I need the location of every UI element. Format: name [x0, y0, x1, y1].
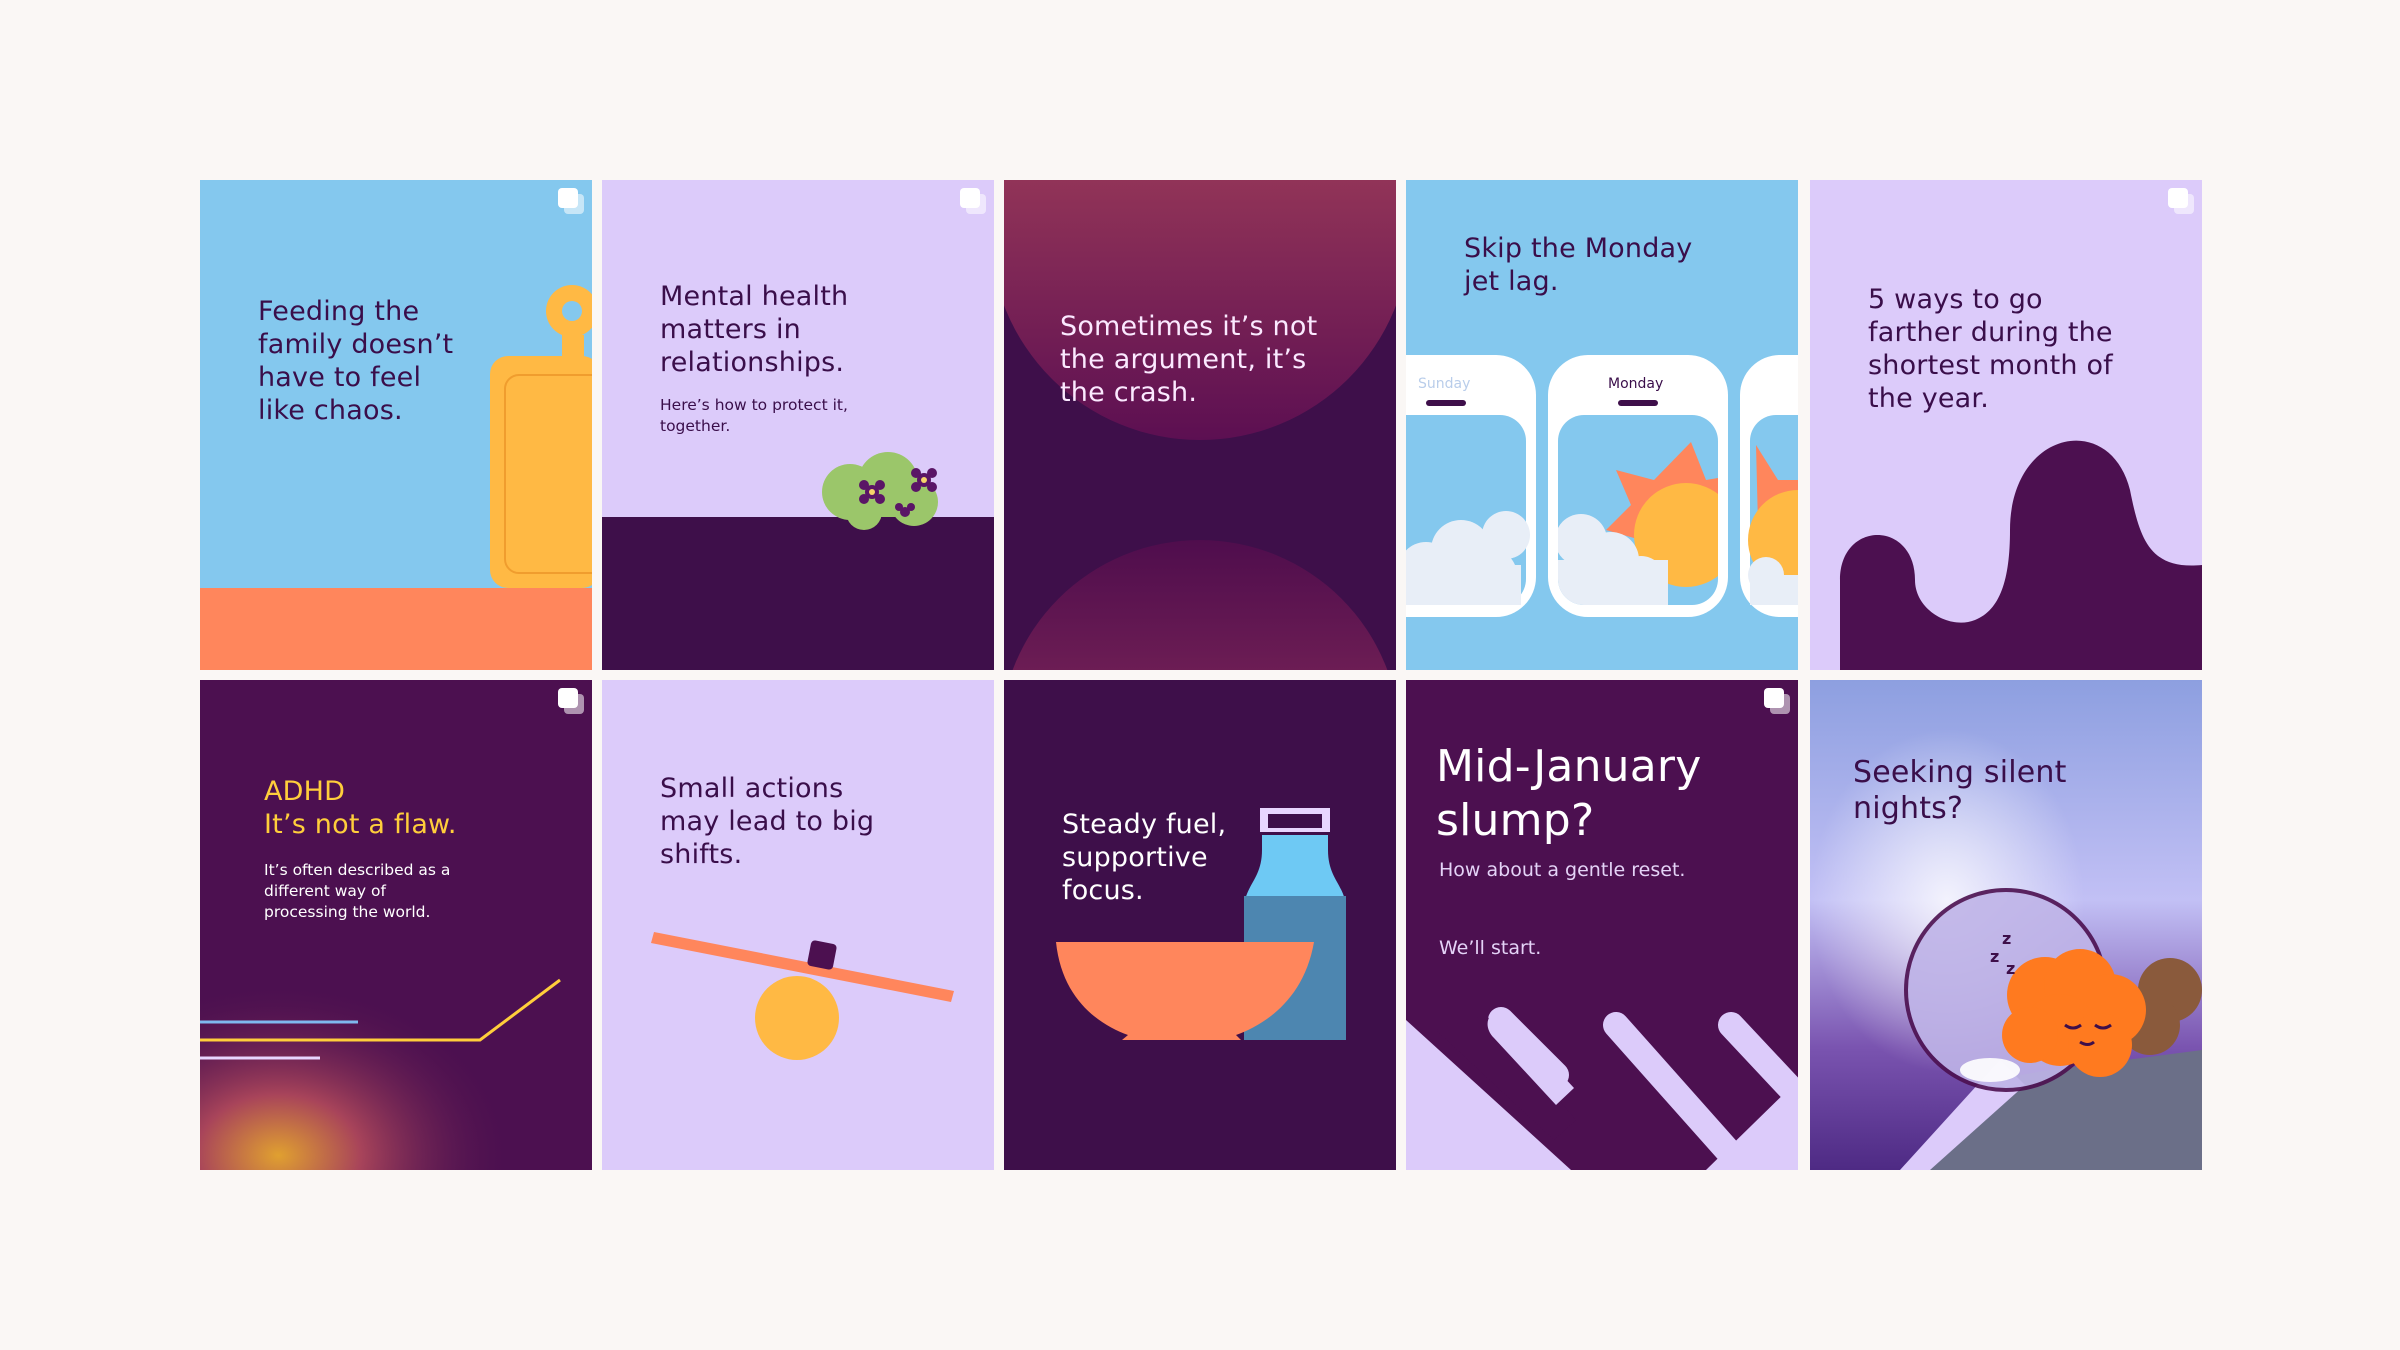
carousel-icon — [2168, 188, 2194, 214]
post-tile-mental-health[interactable]: Mental health matters in relationships. … — [602, 180, 994, 670]
svg-text:z: z — [1990, 947, 1999, 966]
post-title: ADHD — [264, 776, 346, 807]
post-subtext: Here’s how to protect it, together. — [660, 396, 848, 435]
bottle-bowl-illustration — [1056, 808, 1346, 1040]
seesaw-illustration — [651, 932, 954, 1060]
post-caption: Small actions may lead to big shifts. — [660, 773, 875, 870]
hourglass-circles-illustration — [1004, 180, 1396, 670]
carousel-icon — [558, 188, 584, 214]
glow-lines-illustration — [200, 680, 592, 1170]
post-tile-argument[interactable]: Sometimes it’s not the argument, it’s th… — [1004, 180, 1396, 670]
post-grid: Feeding the family doesn’t have to feel … — [200, 180, 2202, 1170]
sleeping-zzz-icon: z z z — [1990, 930, 2015, 978]
post-tile-small-actions[interactable]: Small actions may lead to big shifts. — [602, 680, 994, 1170]
wave-shape-illustration — [1840, 440, 2202, 670]
post-tile-jet-lag[interactable]: Sunday Monday Skip the Monday jet lag. — [1406, 180, 1798, 670]
carousel-icon — [1764, 688, 1790, 714]
post-caption: 5 ways to go farther during the shortest… — [1868, 284, 2113, 414]
carousel-icon — [960, 188, 986, 214]
post-subtext: How about a gentle reset. — [1439, 859, 1686, 881]
svg-text:z: z — [2002, 930, 2011, 948]
post-subtext: It’s often described as a different way … — [264, 861, 451, 921]
post-caption: Seeking silent nights? — [1853, 755, 2067, 826]
post-tile-steady-fuel[interactable]: Steady fuel, supportive focus. — [1004, 680, 1396, 1170]
post-tile-mid-january[interactable]: Mid-January slump? How about a gentle re… — [1406, 680, 1798, 1170]
post-title: Mid-January slump? — [1436, 741, 1702, 846]
post-caption: Mental health matters in relationships. — [660, 281, 849, 378]
post-caption: Steady fuel, supportive focus. — [1062, 809, 1227, 906]
window-label-monday: Monday — [1608, 376, 1664, 392]
window-label-sunday: Sunday — [1418, 376, 1471, 392]
carousel-icon — [558, 688, 584, 714]
post-tile-family[interactable]: Feeding the family doesn’t have to feel … — [200, 180, 592, 670]
post-tile-adhd[interactable]: ADHD It’s not a flaw. It’s often describ… — [200, 680, 592, 1170]
post-caption: Sometimes it’s not the argument, it’s th… — [1060, 311, 1318, 408]
post-highlight: It’s not a flaw. — [264, 809, 457, 840]
post-caption: Skip the Monday jet lag. — [1464, 233, 1693, 297]
post-tile-silent-nights[interactable]: z z z Seeking silent nights? — [1810, 680, 2202, 1170]
post-tile-shortest-month[interactable]: 5 ways to go farther during the shortest… — [1810, 180, 2202, 670]
post-caption: Feeding the family doesn’t have to feel … — [258, 296, 454, 426]
post-note: We’ll start. — [1439, 937, 1542, 959]
svg-text:z: z — [2006, 959, 2015, 978]
sleeping-brain-illustration — [1810, 680, 2202, 1170]
